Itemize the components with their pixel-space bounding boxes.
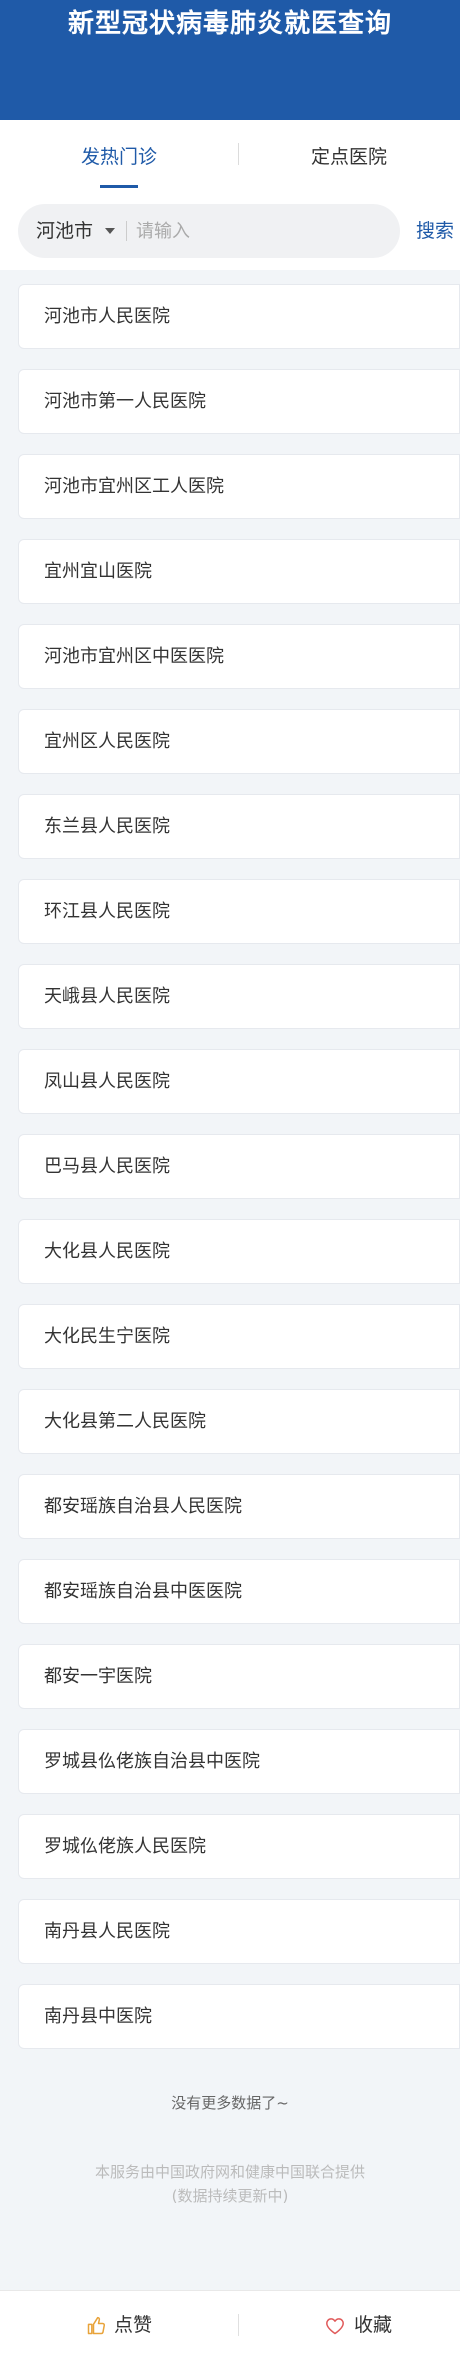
- search-button[interactable]: 搜索: [416, 204, 460, 258]
- search-box-divider: [126, 221, 127, 241]
- hospital-list-item[interactable]: 罗城县仫佬族自治县中医院: [18, 1729, 460, 1794]
- bottom-bar-divider: [238, 2314, 239, 2336]
- page-title: 新型冠状病毒肺炎就医查询: [67, 9, 392, 39]
- hospital-list-item[interactable]: 宜州宜山医院: [18, 539, 460, 604]
- active-tab-indicator: [100, 185, 138, 188]
- footer-line-1: 本服务由中国政府网和健康中国联合提供: [94, 2163, 365, 2181]
- hospital-list-item[interactable]: 巴马县人民医院: [18, 1134, 460, 1199]
- hospital-list-item[interactable]: 南丹县中医院: [18, 1984, 460, 2049]
- hospital-list-item[interactable]: 河池市宜州区工人医院: [18, 454, 460, 519]
- footer-line-2: (数据持续更新中): [171, 2187, 289, 2205]
- list-end-text: 没有更多数据了~: [171, 2094, 289, 2112]
- heart-icon[interactable]: [325, 2316, 345, 2336]
- like-button[interactable]: 点赞: [114, 2291, 152, 2359]
- hospital-list-item[interactable]: 宜州区人民医院: [18, 709, 460, 774]
- hospital-list-item[interactable]: 河池市宜州区中医医院: [18, 624, 460, 689]
- hospital-list-item[interactable]: 凤山县人民医院: [18, 1049, 460, 1114]
- caret-down-icon[interactable]: [105, 228, 115, 234]
- header-banner: 新型冠状病毒肺炎就医查询: [0, 0, 460, 120]
- hospital-list: 河池市人民医院 河池市第一人民医院 河池市宜州区工人医院 宜州宜山医院 河池市宜州区中医…: [18, 284, 460, 2069]
- thumbs-up-icon[interactable]: [86, 2316, 106, 2336]
- city-dropdown[interactable]: 河池市: [36, 204, 93, 258]
- search-box: 河池市: [18, 204, 400, 258]
- hospital-list-item[interactable]: 天峨县人民医院: [18, 964, 460, 1029]
- hospital-list-item[interactable]: 都安瑶族自治县中医医院: [18, 1559, 460, 1624]
- tab-designated-hospital[interactable]: 定点医院: [238, 120, 460, 196]
- hospital-list-item[interactable]: 大化县人民医院: [18, 1219, 460, 1284]
- search-input[interactable]: [136, 214, 386, 248]
- hospital-list-item[interactable]: 罗城仫佬族人民医院: [18, 1814, 460, 1879]
- tab-divider: [238, 143, 239, 165]
- search-bar: 河池市 搜索: [0, 196, 460, 270]
- hospital-list-item[interactable]: 都安一宇医院: [18, 1644, 460, 1709]
- tab-bar: 发热门诊 定点医院: [0, 120, 460, 196]
- bottom-bar: 点赞 收藏: [0, 2290, 460, 2359]
- hospital-list-item[interactable]: 河池市第一人民医院: [18, 369, 460, 434]
- hospital-list-item[interactable]: 大化民生宁医院: [18, 1304, 460, 1369]
- footer-note: 本服务由中国政府网和健康中国联合提供 (数据持续更新中): [0, 2160, 460, 2208]
- hospital-list-item[interactable]: 南丹县人民医院: [18, 1899, 460, 1964]
- hospital-list-item[interactable]: 河池市人民医院: [18, 284, 460, 349]
- hospital-list-item[interactable]: 大化县第二人民医院: [18, 1389, 460, 1454]
- hospital-list-item[interactable]: 东兰县人民医院: [18, 794, 460, 859]
- hospital-list-item[interactable]: 都安瑶族自治县人民医院: [18, 1474, 460, 1539]
- hospital-list-item[interactable]: 环江县人民医院: [18, 879, 460, 944]
- favorite-button[interactable]: 收藏: [354, 2291, 392, 2359]
